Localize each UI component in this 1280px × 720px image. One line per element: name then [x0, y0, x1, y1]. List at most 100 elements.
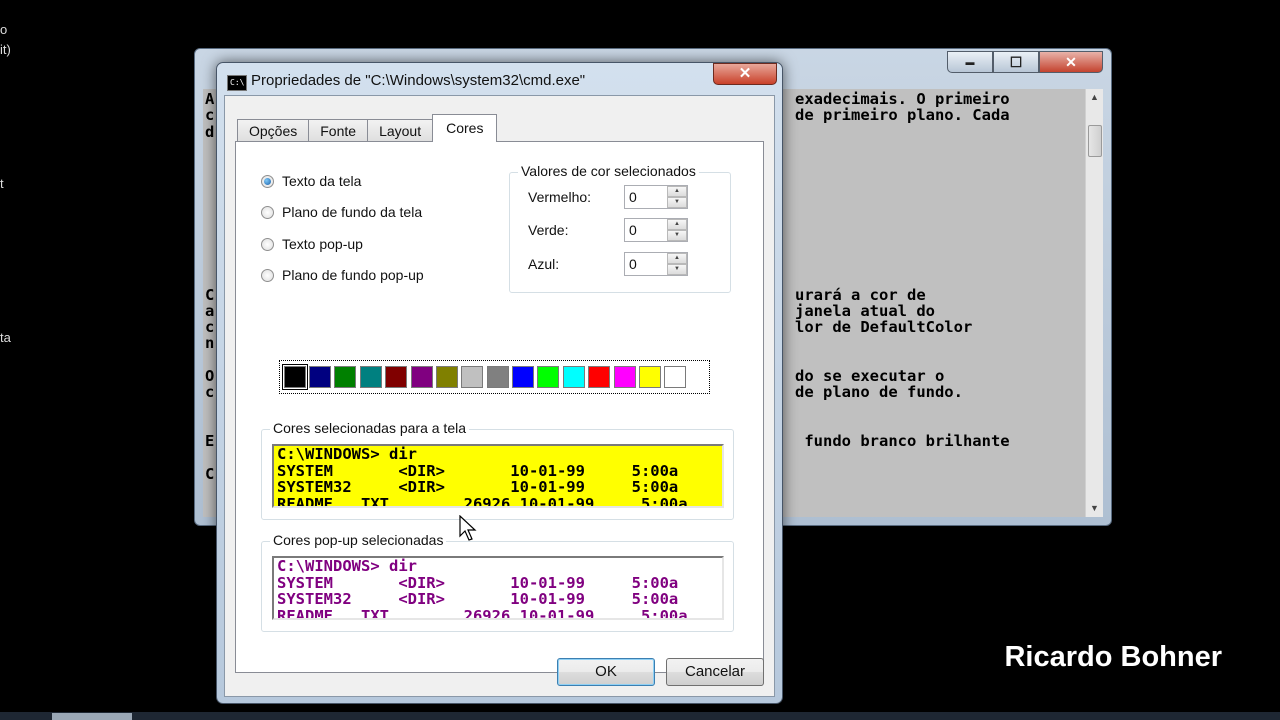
scroll-down-icon[interactable]: ▼ — [1086, 500, 1103, 517]
green-stepper: ▲ ▼ — [667, 219, 687, 241]
popup-colors-preview: C:\WINDOWS> dir SYSTEM <DIR> 10-01-99 5:0… — [272, 556, 724, 620]
color-swatch[interactable] — [410, 366, 433, 388]
color-swatch[interactable] — [281, 364, 308, 390]
spin-down-icon[interactable]: ▼ — [667, 264, 687, 275]
preview-line: SYSTEM32 <DIR> 10-01-99 5:00a — [277, 478, 679, 496]
tab-layout[interactable]: Layout — [367, 119, 434, 142]
radio-popup-background[interactable]: Plano de fundo pop-up — [261, 267, 424, 283]
blue-stepper: ▲ ▼ — [667, 253, 687, 275]
edge-text: t — [0, 176, 4, 191]
color-swatch[interactable] — [588, 366, 611, 388]
radio-popup-text[interactable]: Texto pop-up — [261, 236, 363, 252]
color-palette — [279, 360, 710, 394]
color-swatch[interactable] — [309, 366, 332, 388]
color-swatch[interactable] — [537, 366, 560, 388]
dialog-body: Opções Fonte Layout Cores Texto da tela … — [224, 95, 775, 697]
spin-up-icon[interactable]: ▲ — [667, 253, 687, 264]
color-swatch[interactable] — [562, 366, 585, 388]
close-icon: ✕ — [1065, 53, 1077, 70]
preview-line: README TXT 26926 10-01-99 5:00a — [277, 606, 688, 620]
taskbar-button[interactable] — [52, 713, 132, 720]
group-title: Cores selecionadas para a tela — [270, 420, 470, 436]
color-swatch[interactable] — [385, 366, 408, 388]
properties-dialog: C:\ Propriedades de "C:\Windows\system32… — [216, 62, 783, 704]
group-title: Cores pop-up selecionadas — [270, 532, 447, 548]
preview-line: C:\WINDOWS> dir — [277, 557, 417, 575]
watermark-text: Ricardo Bohner — [1004, 641, 1222, 673]
radio-label: Texto da tela — [282, 173, 362, 189]
color-swatch[interactable] — [613, 366, 636, 388]
close-button[interactable]: ✕ — [1039, 51, 1103, 73]
scroll-thumb[interactable] — [1088, 125, 1102, 157]
cancel-button[interactable]: Cancelar — [666, 658, 764, 686]
green-input[interactable]: 0 ▲ ▼ — [624, 218, 688, 242]
screen-colors-group: Cores selecionadas para a tela C:\WINDOW… — [261, 420, 734, 520]
green-label: Verde: — [528, 222, 569, 238]
cores-tab-panel: Texto da tela Plano de fundo da tela Tex… — [235, 141, 764, 673]
edge-text: ta — [0, 330, 11, 345]
color-swatch[interactable] — [512, 366, 535, 388]
radio-button[interactable] — [261, 205, 274, 219]
preview-line: SYSTEM <DIR> 10-01-99 5:00a — [277, 461, 679, 480]
radio-screen-text[interactable]: Texto da tela — [261, 173, 361, 189]
blue-label: Azul: — [528, 256, 560, 272]
color-swatch[interactable] — [486, 366, 509, 388]
red-spinner-row: Vermelho: 0 ▲ ▼ — [528, 185, 688, 209]
cmd-app-icon: C:\ — [227, 75, 247, 91]
color-swatch[interactable] — [461, 366, 484, 388]
radio-label: Plano de fundo da tela — [282, 204, 423, 220]
group-title: Valores de cor selecionados — [518, 163, 699, 179]
red-stepper: ▲ ▼ — [667, 186, 687, 208]
mouse-cursor-icon — [459, 515, 477, 541]
red-value: 0 — [629, 189, 637, 205]
tab-fonte[interactable]: Fonte — [308, 119, 369, 142]
spin-down-icon[interactable]: ▼ — [667, 197, 687, 208]
tab-cores[interactable]: Cores — [432, 114, 498, 142]
dialog-close-button[interactable]: ✕ — [713, 63, 777, 85]
radio-button[interactable] — [261, 237, 274, 251]
minimize-button[interactable]: ▬ — [947, 51, 993, 73]
ok-button[interactable]: OK — [557, 658, 655, 686]
preview-line: README TXT 26926 10-01-99 5:00a — [277, 494, 688, 508]
tab-strip: Opções Fonte Layout Cores — [237, 114, 498, 142]
color-swatch[interactable] — [638, 366, 661, 388]
blue-input[interactable]: 0 ▲ ▼ — [624, 252, 688, 276]
green-value: 0 — [629, 222, 637, 238]
minimize-icon: ▬ — [965, 57, 975, 67]
color-swatch[interactable] — [435, 366, 458, 388]
color-values-group: Valores de cor selecionados Vermelho: 0 … — [509, 163, 731, 293]
radio-label: Texto pop-up — [282, 236, 363, 252]
red-label: Vermelho: — [528, 189, 592, 205]
radio-button[interactable] — [261, 174, 274, 188]
close-icon: ✕ — [738, 65, 752, 82]
scroll-up-icon[interactable]: ▲ — [1086, 89, 1103, 106]
color-swatch[interactable] — [359, 366, 382, 388]
radio-label: Plano de fundo pop-up — [282, 267, 424, 283]
console-text: exadecimais. O primeiro de primeiro plan… — [795, 90, 1010, 451]
spin-up-icon[interactable]: ▲ — [667, 219, 687, 230]
taskbar — [0, 712, 1280, 720]
preview-line: SYSTEM32 <DIR> 10-01-99 5:00a — [277, 590, 679, 608]
edge-text: o — [0, 22, 8, 37]
maximize-button[interactable]: ☐ — [993, 51, 1039, 73]
spin-down-icon[interactable]: ▼ — [667, 230, 687, 241]
maximize-icon: ☐ — [1009, 53, 1023, 70]
dialog-title: Propriedades de "C:\Windows\system32\cmd… — [251, 72, 586, 89]
console-left-column: A c d C a c n O c E C — [205, 90, 215, 483]
radio-button[interactable] — [261, 268, 274, 282]
preview-line: SYSTEM <DIR> 10-01-99 5:00a — [277, 573, 679, 592]
tab-opcoes[interactable]: Opções — [237, 119, 310, 142]
green-spinner-row: Verde: 0 ▲ ▼ — [528, 218, 688, 242]
vertical-scrollbar[interactable]: ▲ ▼ — [1085, 89, 1103, 517]
edge-text: it) — [0, 42, 11, 57]
radio-screen-background[interactable]: Plano de fundo da tela — [261, 204, 422, 220]
cmd-window-controls: ▬ ☐ ✕ — [947, 51, 1103, 73]
blue-spinner-row: Azul: 0 ▲ ▼ — [528, 252, 688, 276]
spin-up-icon[interactable]: ▲ — [667, 186, 687, 197]
popup-colors-group: Cores pop-up selecionadas C:\WINDOWS> di… — [261, 532, 734, 632]
color-swatch[interactable] — [664, 366, 687, 388]
screen-colors-preview: C:\WINDOWS> dir SYSTEM <DIR> 10-01-99 5:0… — [272, 444, 724, 508]
red-input[interactable]: 0 ▲ ▼ — [624, 185, 688, 209]
preview-line: C:\WINDOWS> dir — [277, 445, 417, 463]
color-swatch[interactable] — [334, 366, 357, 388]
